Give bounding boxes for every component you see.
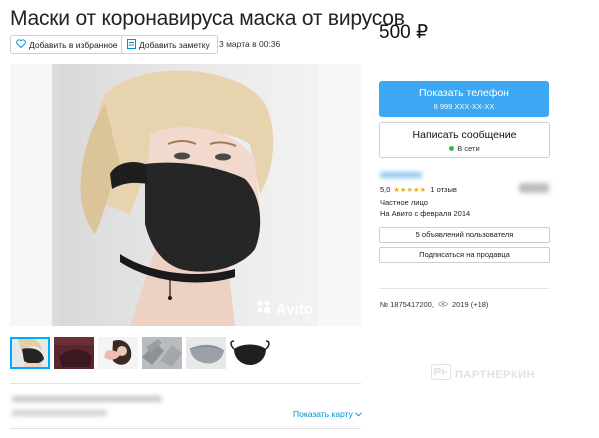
thumbnail-6[interactable] <box>230 337 270 369</box>
thumbnail-2[interactable] <box>54 337 94 369</box>
watermark-text: Avito <box>276 300 313 318</box>
note-label: Добавить заметку <box>139 39 210 50</box>
listing-title: Маски от коронавируса маска от вирусов <box>10 7 405 30</box>
write-message-label: Написать сообщение <box>412 129 517 141</box>
thumbnail-3[interactable] <box>98 337 138 369</box>
ad-number: № 1875417200, <box>380 300 434 309</box>
write-message-button[interactable]: Написать сообщение В сети <box>379 122 550 158</box>
seller-type: Частное лицо <box>380 198 428 207</box>
divider <box>379 288 549 289</box>
seller-rating: 5,0 ★★★★★ 1 отзыв <box>380 185 457 194</box>
avito-watermark: Avito <box>256 299 313 319</box>
show-map-label: Показать карту <box>293 409 353 419</box>
show-phone-button[interactable]: Показать телефон 8 999 XXX-XX-XX <box>379 81 549 117</box>
address-line-2 <box>12 410 107 416</box>
online-status: В сети <box>457 144 480 153</box>
address-line-1 <box>12 396 162 402</box>
subscribe-seller-button[interactable]: Подписаться на продавца <box>379 247 550 263</box>
thumbnail-4[interactable] <box>142 337 182 369</box>
phone-number: 8 999 XXX-XX-XX <box>433 102 495 111</box>
seller-name[interactable] <box>380 172 422 178</box>
favorite-label: Добавить в избранное <box>29 39 118 50</box>
heart-icon <box>16 39 26 50</box>
seller-ads-button[interactable]: 5 объявлений пользователя <box>379 227 550 243</box>
partner-logo-icon <box>431 364 451 385</box>
divider <box>10 428 361 429</box>
views-count: 2019 (+18) <box>451 300 489 309</box>
seller-since: На Авито с февраля 2014 <box>380 209 471 218</box>
partner-label: ПАРТНЕРКИН <box>455 368 535 381</box>
rating-value: 5,0 <box>380 185 391 194</box>
thumbnail-5[interactable] <box>186 337 226 369</box>
thumbnail-1[interactable] <box>10 337 50 369</box>
rating-stars-icon: ★★★★★ <box>393 186 427 194</box>
note-icon <box>127 38 136 51</box>
eye-icon <box>437 300 448 309</box>
partner-watermark: ПАРТНЕРКИН <box>431 364 535 385</box>
reviews-count[interactable]: 1 отзыв <box>430 185 457 194</box>
chevron-down-icon <box>355 409 362 419</box>
online-dot-icon <box>449 146 455 151</box>
seller-avatar[interactable] <box>519 183 549 193</box>
show-phone-label: Показать телефон <box>419 87 509 99</box>
price: 500 ₽ <box>379 22 429 43</box>
main-photo[interactable]: Avito <box>10 64 361 326</box>
add-to-favorites-button[interactable]: Добавить в избранное <box>10 35 125 54</box>
add-note-button[interactable]: Добавить заметку <box>121 35 218 54</box>
ad-stats: № 1875417200, 2019 (+18) <box>380 300 488 309</box>
divider <box>10 383 361 384</box>
paw-icon <box>256 299 272 319</box>
show-map-link[interactable]: Показать карту <box>293 409 362 419</box>
listing-date: 3 марта в 00:36 <box>219 39 281 49</box>
